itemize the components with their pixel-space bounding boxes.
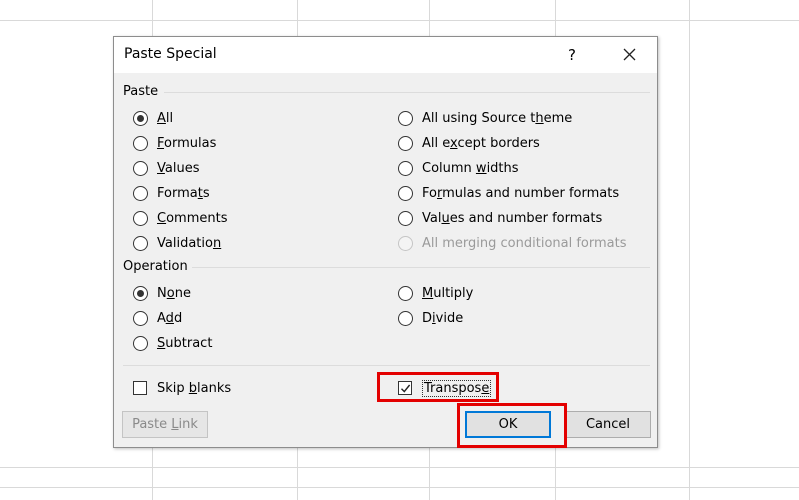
- options-divider: [123, 365, 650, 366]
- dialog-title: Paste Special: [124, 46, 217, 62]
- help-button[interactable]: ?: [561, 43, 583, 67]
- radio-button[interactable]: [133, 235, 148, 251]
- radio-button: [398, 235, 413, 251]
- paste-group-divider: [164, 92, 650, 93]
- operation-radio-subtract[interactable]: Subtract: [133, 333, 212, 353]
- checkbox[interactable]: [398, 381, 412, 395]
- radio-label: Column widths: [422, 160, 519, 176]
- radio-label: Divide: [422, 310, 464, 326]
- grid-row-line: [0, 467, 799, 468]
- radio-button[interactable]: [398, 210, 413, 226]
- grid-row-line: [0, 487, 799, 488]
- paste-radio-formulas-and-number-formats[interactable]: Formulas and number formats: [398, 183, 619, 203]
- dialog-title-bar: Paste Special ?: [114, 37, 657, 73]
- radio-label: All except borders: [422, 135, 540, 151]
- grid-row-line: [0, 20, 799, 21]
- operation-radio-add[interactable]: Add: [133, 308, 182, 328]
- radio-button[interactable]: [133, 135, 148, 151]
- close-button[interactable]: [614, 41, 644, 69]
- transpose-checkbox[interactable]: Transpose: [398, 378, 492, 398]
- operation-group-divider: [192, 267, 650, 268]
- close-icon: [623, 48, 635, 61]
- radio-button[interactable]: [398, 310, 413, 326]
- radio-button[interactable]: [133, 285, 148, 301]
- paste-link-button: Paste Link: [122, 411, 208, 438]
- radio-button[interactable]: [398, 185, 413, 201]
- paste-radio-values[interactable]: Values: [133, 158, 199, 178]
- radio-label: Formats: [157, 185, 210, 201]
- radio-label: Formulas: [157, 135, 217, 151]
- radio-label: Values: [157, 160, 200, 176]
- paste-radio-formulas[interactable]: Formulas: [133, 133, 216, 153]
- radio-label: Multiply: [422, 285, 474, 301]
- radio-label: All merging conditional formats: [422, 235, 627, 251]
- radio-label: Validation: [157, 235, 222, 251]
- paste-radio-all-using-source-theme[interactable]: All using Source theme: [398, 108, 572, 128]
- operation-radio-divide[interactable]: Divide: [398, 308, 463, 328]
- paste-radio-formats[interactable]: Formats: [133, 183, 210, 203]
- paste-radio-column-widths[interactable]: Column widths: [398, 158, 519, 178]
- radio-label: All: [157, 110, 174, 126]
- radio-button[interactable]: [398, 160, 413, 176]
- paste-radio-all[interactable]: All: [133, 108, 173, 128]
- paste-radio-all-except-borders[interactable]: All except borders: [398, 133, 540, 153]
- radio-button[interactable]: [398, 110, 413, 126]
- paste-radio-comments[interactable]: Comments: [133, 208, 227, 228]
- paste-radio-all-merging-conditional-formats: All merging conditional formats: [398, 233, 627, 253]
- radio-label: Formulas and number formats: [422, 185, 620, 201]
- checkbox[interactable]: [133, 381, 147, 395]
- cancel-button[interactable]: Cancel: [565, 411, 651, 438]
- radio-label: Add: [157, 310, 183, 326]
- operation-group-label: Operation: [123, 259, 188, 274]
- radio-button[interactable]: [133, 185, 148, 201]
- ok-button[interactable]: OK: [465, 411, 551, 438]
- radio-label: Values and number formats: [422, 210, 603, 226]
- radio-button[interactable]: [133, 210, 148, 226]
- paste-radio-values-and-number-formats[interactable]: Values and number formats: [398, 208, 602, 228]
- radio-button[interactable]: [133, 335, 148, 351]
- checkmark-icon: [401, 384, 411, 393]
- operation-radio-none[interactable]: None: [133, 283, 191, 303]
- grid-column-line: [689, 0, 690, 500]
- radio-button[interactable]: [133, 110, 148, 126]
- radio-label: Subtract: [157, 335, 213, 351]
- paste-group-label: Paste: [123, 84, 159, 99]
- paste-radio-validation[interactable]: Validation: [133, 233, 221, 253]
- checkbox-label: Skip blanks: [157, 380, 232, 396]
- skip-blanks-checkbox[interactable]: Skip blanks: [133, 378, 231, 398]
- operation-radio-multiply[interactable]: Multiply: [398, 283, 473, 303]
- radio-label: All using Source theme: [422, 110, 573, 126]
- radio-label: None: [157, 285, 191, 301]
- radio-button[interactable]: [133, 160, 148, 176]
- radio-button[interactable]: [398, 285, 413, 301]
- radio-button[interactable]: [133, 310, 148, 326]
- radio-label: Comments: [157, 210, 228, 226]
- checkbox-label: Transpose: [422, 379, 492, 397]
- radio-button[interactable]: [398, 135, 413, 151]
- paste-special-dialog: Paste Special ? Paste All Formulas Value…: [113, 36, 658, 448]
